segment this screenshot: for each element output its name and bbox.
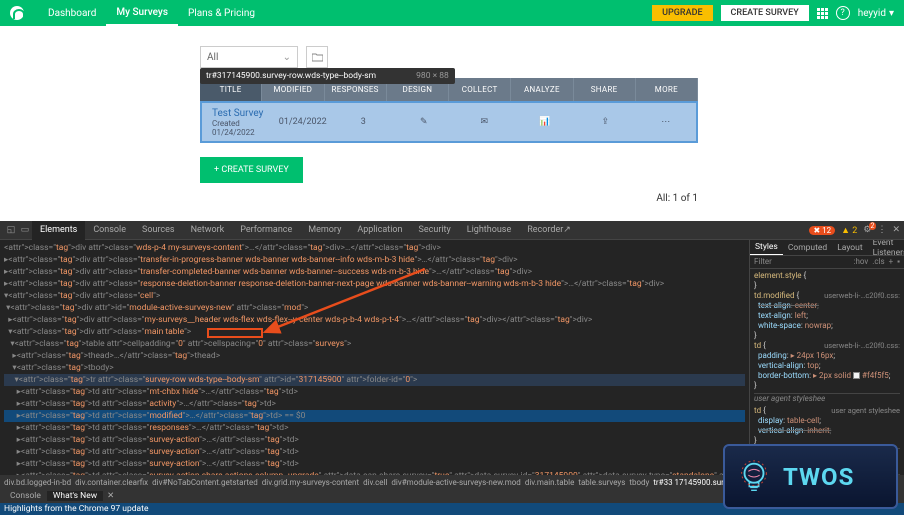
- filter-select[interactable]: All ⌄: [200, 46, 298, 68]
- survey-modified: 01/24/2022: [273, 117, 334, 127]
- nav-my-surveys[interactable]: My Surveys: [106, 0, 178, 26]
- tab-collect[interactable]: COLLECT: [449, 78, 511, 101]
- user-menu[interactable]: heyyid▾: [858, 8, 894, 19]
- tooltip-dimensions: 980 × 88: [416, 71, 449, 81]
- logo-icon: [10, 6, 24, 20]
- styles-panel: Styles Computed Layout Event Listeners »…: [749, 240, 904, 475]
- st-tab-layout[interactable]: Layout: [832, 240, 867, 255]
- dt-tab-lighthouse[interactable]: Lighthouse: [459, 221, 519, 240]
- survey-title-cell: Test Survey Created 01/24/2022: [202, 108, 273, 137]
- chevron-down-icon: ⌄: [283, 52, 291, 63]
- dt-tab-elements[interactable]: Elements: [32, 221, 85, 240]
- share-action-icon[interactable]: ⇪: [575, 117, 636, 127]
- devtools-tabs: ◱ ▭ Elements Console Sources Network Per…: [0, 221, 904, 240]
- top-nav: Dashboard My Surveys Plans & Pricing UPG…: [0, 0, 904, 26]
- inspector-tooltip: tr#317145900.survey-row.wds-type--body-s…: [200, 68, 455, 84]
- dt-tab-memory[interactable]: Memory: [300, 221, 349, 240]
- design-action-icon[interactable]: ✎: [394, 117, 455, 127]
- cls-toggle[interactable]: .cls: [872, 257, 884, 266]
- filter-input[interactable]: Filter: [754, 257, 772, 266]
- survey-created: Created 01/24/2022: [212, 119, 273, 137]
- username: heyyid: [858, 8, 886, 19]
- dt-tab-console[interactable]: Console: [85, 221, 134, 240]
- tab-analyze[interactable]: ANALYZE: [511, 78, 573, 101]
- lightbulb-icon: [735, 458, 773, 496]
- pagination: All: 1 of 1: [200, 193, 698, 204]
- tab-share[interactable]: SHARE: [574, 78, 636, 101]
- survey-row[interactable]: Test Survey Created 01/24/2022 01/24/202…: [200, 101, 698, 143]
- warning-badge[interactable]: ▲ 2: [841, 225, 857, 236]
- device-icon[interactable]: ▭: [18, 223, 32, 237]
- elements-panel[interactable]: <attr">class="tag">div attr">class="wds-…: [0, 240, 749, 475]
- create-survey-button[interactable]: CREATE SURVEY: [721, 5, 809, 21]
- dt-tab-security[interactable]: Security: [411, 221, 459, 240]
- dt-tab-performance[interactable]: Performance: [232, 221, 300, 240]
- create-survey-button-main[interactable]: + CREATE SURVEY: [200, 157, 303, 183]
- filter-label: All: [207, 52, 218, 63]
- close-icon[interactable]: ✕: [892, 225, 900, 235]
- tab-more[interactable]: MORE: [636, 78, 698, 101]
- dt-tab-network[interactable]: Network: [183, 221, 233, 240]
- nav-dashboard[interactable]: Dashboard: [38, 0, 106, 26]
- more-icon[interactable]: ▪: [897, 257, 900, 266]
- settings-icon[interactable]: ⚙2: [863, 225, 871, 235]
- twos-text: TWOS: [783, 463, 854, 491]
- more-action-icon[interactable]: ⋯: [636, 117, 697, 127]
- tooltip-selector: tr#317145900.survey-row.wds-type--body-s…: [206, 71, 376, 81]
- analyze-action-icon[interactable]: 📊: [515, 117, 576, 127]
- twos-watermark: TWOS: [723, 444, 898, 509]
- more-icon[interactable]: ⋮: [877, 225, 886, 235]
- folder-icon: [312, 53, 323, 62]
- apps-icon[interactable]: [817, 8, 828, 19]
- help-icon[interactable]: ?: [836, 6, 850, 20]
- surveys-content: All ⌄ tr#317145900.survey-row.wds-type--…: [0, 26, 904, 221]
- inspect-icon[interactable]: ◱: [4, 223, 18, 237]
- st-tab-computed[interactable]: Computed: [783, 240, 832, 255]
- upgrade-button[interactable]: UPGRADE: [652, 5, 712, 21]
- drawer-console[interactable]: Console: [4, 491, 47, 501]
- collect-action-icon[interactable]: ✉: [454, 117, 515, 127]
- survey-responses: 3: [333, 117, 394, 127]
- folder-button[interactable]: [306, 46, 328, 68]
- drawer-whatsnew[interactable]: What's New: [47, 491, 103, 501]
- survey-title[interactable]: Test Survey: [212, 108, 273, 119]
- dt-tab-sources[interactable]: Sources: [134, 221, 183, 240]
- nav-plans[interactable]: Plans & Pricing: [178, 0, 265, 26]
- st-tab-styles[interactable]: Styles: [750, 240, 783, 255]
- drawer-close-icon[interactable]: ✕: [107, 491, 114, 501]
- hov-toggle[interactable]: :hov: [854, 257, 869, 266]
- dt-tab-recorder[interactable]: Recorder ↗: [519, 221, 579, 240]
- chevron-down-icon: ▾: [889, 8, 894, 19]
- new-style-icon[interactable]: +: [889, 257, 894, 266]
- st-tab-events[interactable]: Event Listeners: [868, 240, 904, 255]
- error-badge[interactable]: ✖ 12: [809, 226, 835, 235]
- dt-tab-application[interactable]: Application: [349, 221, 410, 240]
